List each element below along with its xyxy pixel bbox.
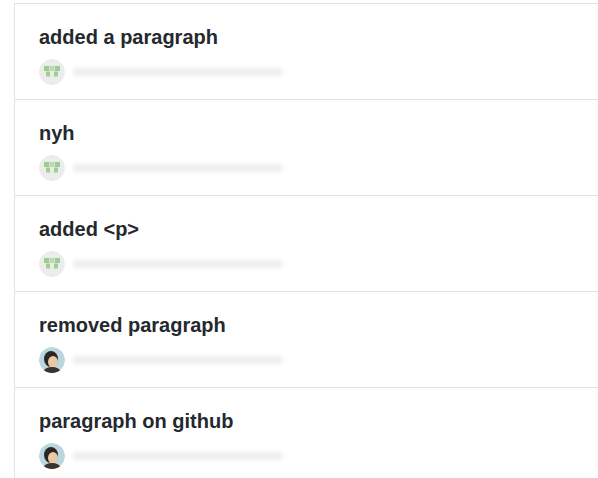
commit-message[interactable]: paragraph on github — [39, 408, 574, 434]
author-blurred — [73, 260, 283, 268]
commit-row[interactable]: removed paragraph — [15, 291, 598, 387]
author-blurred — [73, 452, 283, 460]
commit-row[interactable]: added <p> — [15, 195, 598, 291]
commit-message[interactable]: nyh — [39, 120, 574, 146]
commit-list-page: added a paragraph nyh added <p> removed par… — [0, 0, 598, 478]
identicon-avatar-icon[interactable] — [39, 155, 65, 181]
commit-row[interactable]: paragraph on github — [15, 387, 598, 478]
identicon-avatar-icon[interactable] — [39, 251, 65, 277]
commit-meta — [39, 347, 574, 373]
commit-meta — [39, 59, 574, 85]
author-blurred — [73, 68, 283, 76]
commit-meta — [39, 155, 574, 181]
author-blurred — [73, 356, 283, 364]
user-photo-avatar-icon[interactable] — [39, 347, 65, 373]
commit-meta — [39, 251, 574, 277]
commit-meta — [39, 443, 574, 469]
identicon-avatar-icon[interactable] — [39, 59, 65, 85]
commit-row[interactable]: nyh — [15, 99, 598, 195]
commit-row[interactable]: added a paragraph — [15, 3, 598, 99]
commit-message[interactable]: removed paragraph — [39, 312, 574, 338]
commit-message[interactable]: added <p> — [39, 216, 574, 242]
commit-list: added a paragraph nyh added <p> removed par… — [14, 3, 598, 478]
author-blurred — [73, 164, 283, 172]
user-photo-avatar-icon[interactable] — [39, 443, 65, 469]
commit-message[interactable]: added a paragraph — [39, 24, 574, 50]
